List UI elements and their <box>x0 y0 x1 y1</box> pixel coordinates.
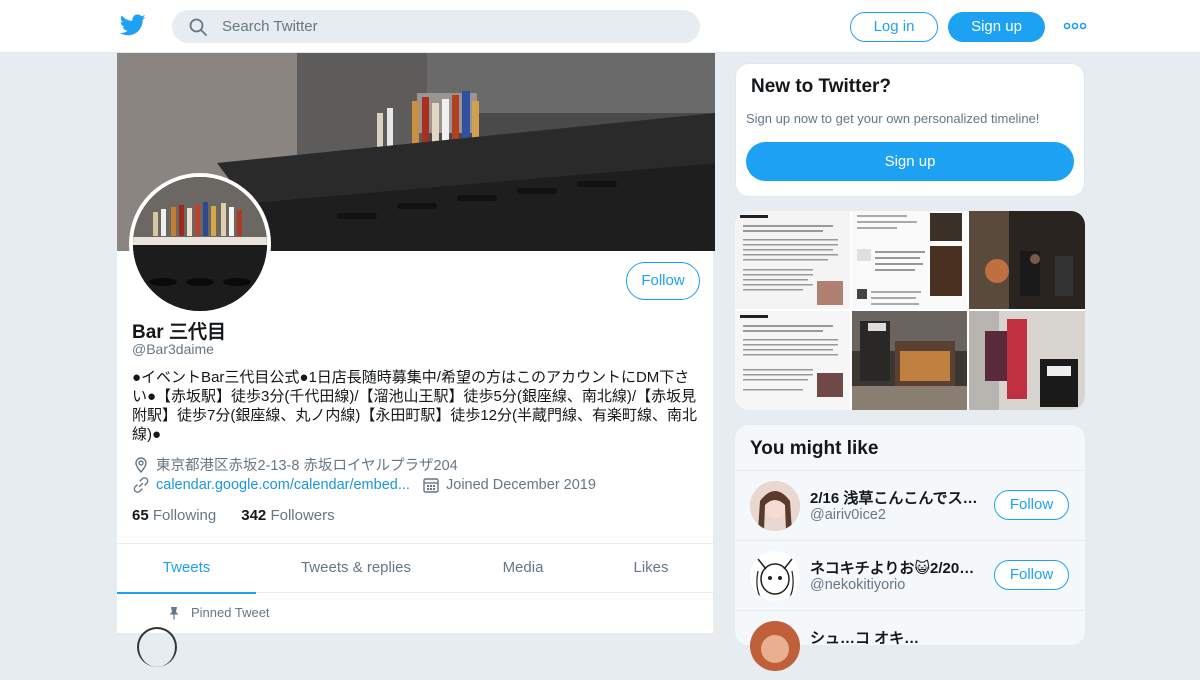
following-count: 65 <box>132 507 149 524</box>
link-icon <box>133 477 149 493</box>
following-label: Following <box>152 507 217 524</box>
media-thumb-5[interactable] <box>852 311 967 410</box>
calendar-icon <box>423 478 439 493</box>
suggested-avatar[interactable] <box>750 551 800 601</box>
profile-handle[interactable]: @Bar3daime <box>132 341 214 357</box>
followers-stat[interactable]: 342 Followers <box>241 507 334 524</box>
profile-location: 東京都港区赤坂2-13-8 赤坂ロイヤルプラザ204 <box>132 454 458 475</box>
tweet-avatar[interactable] <box>137 627 177 667</box>
profile-joined: Joined December 2019 <box>422 476 596 494</box>
media-thumb-3[interactable] <box>969 211 1085 309</box>
media-thumb-2[interactable] <box>852 211 967 309</box>
search-icon <box>189 18 207 36</box>
location-icon <box>135 456 147 473</box>
tab-tweets-replies[interactable]: Tweets & replies <box>256 544 456 594</box>
following-stat[interactable]: 65 Following <box>132 507 216 524</box>
media-thumb-1[interactable] <box>735 211 850 309</box>
profile-bio: ●イベントBar三代目公式●1日店長随時募集中/希望の方はこのアカウントにDM下… <box>132 369 698 443</box>
search-input[interactable] <box>222 10 682 43</box>
profile-url: calendar.google.com/calendar/embed... <box>132 476 410 494</box>
pin-icon <box>169 606 179 619</box>
profile-column: Follow Bar 三代目 @Bar3daime ●イベントBar三代目公式●… <box>116 53 715 667</box>
profile-tabs: Tweets Tweets & replies Media Likes <box>117 543 715 594</box>
signup-large-button[interactable]: Sign up <box>746 142 1074 181</box>
profile-avatar[interactable] <box>129 173 271 315</box>
profile-url-link[interactable]: calendar.google.com/calendar/embed... <box>156 477 410 493</box>
joined-text: Joined December 2019 <box>446 477 596 493</box>
media-thumb-4[interactable] <box>735 311 850 410</box>
suggested-avatar[interactable] <box>750 621 800 671</box>
signup-button[interactable]: Sign up <box>948 12 1045 42</box>
media-thumb-6[interactable] <box>969 311 1085 410</box>
more-dots-icon[interactable] <box>1063 22 1087 30</box>
suggested-handle: @airiv0ice2 <box>810 507 886 523</box>
tab-media[interactable]: Media <box>456 544 590 594</box>
suggested-handle: @nekokitiyorio <box>810 577 906 593</box>
suggested-name: ネコキチよりお😺2/20… <box>810 560 975 577</box>
suggested-avatar[interactable] <box>750 481 800 531</box>
twitter-bird-icon[interactable] <box>120 12 146 38</box>
you-might-like-title: You might like <box>750 438 879 459</box>
suggested-account[interactable]: シュ…コ オキ… <box>735 610 1085 680</box>
suggested-name: 2/16 浅草こんこんでスタ… <box>810 490 980 507</box>
suggested-name: シュ…コ オキ… <box>810 630 920 647</box>
profile-name: Bar 三代目 <box>132 322 226 343</box>
search-bar[interactable] <box>172 10 700 43</box>
new-to-twitter-card: New to Twitter? Sign up now to get your … <box>735 63 1085 197</box>
you-might-like-card: You might like 2/16 浅草こんこんでスタ… @airiv0ic… <box>735 425 1085 671</box>
tab-likes[interactable]: Likes <box>590 544 712 594</box>
pinned-label: Pinned Tweet <box>191 605 270 620</box>
pinned-tweet-header: Pinned Tweet <box>167 605 270 620</box>
suggested-follow-button[interactable]: Follow <box>994 560 1069 590</box>
profile-stats: 65 Following 342 Followers <box>132 507 335 524</box>
new-to-twitter-subtitle: Sign up now to get your own personalized… <box>746 111 1040 126</box>
suggested-account[interactable]: 2/16 浅草こんこんでスタ… @airiv0ice2 Follow <box>735 470 1085 540</box>
login-button[interactable]: Log in <box>850 12 938 42</box>
new-to-twitter-title: New to Twitter? <box>751 76 892 97</box>
follow-button[interactable]: Follow <box>626 262 700 300</box>
location-text: 東京都港区赤坂2-13-8 赤坂ロイヤルプラザ204 <box>156 458 458 474</box>
followers-label: Followers <box>270 507 335 524</box>
top-navigation-bar: Log in Sign up <box>0 0 1200 53</box>
media-grid <box>735 211 1085 410</box>
followers-count: 342 <box>241 507 267 524</box>
suggested-follow-button[interactable]: Follow <box>994 490 1069 520</box>
tab-tweets[interactable]: Tweets <box>117 544 256 594</box>
suggested-account[interactable]: ネコキチよりお😺2/20… @nekokitiyorio Follow <box>735 540 1085 610</box>
